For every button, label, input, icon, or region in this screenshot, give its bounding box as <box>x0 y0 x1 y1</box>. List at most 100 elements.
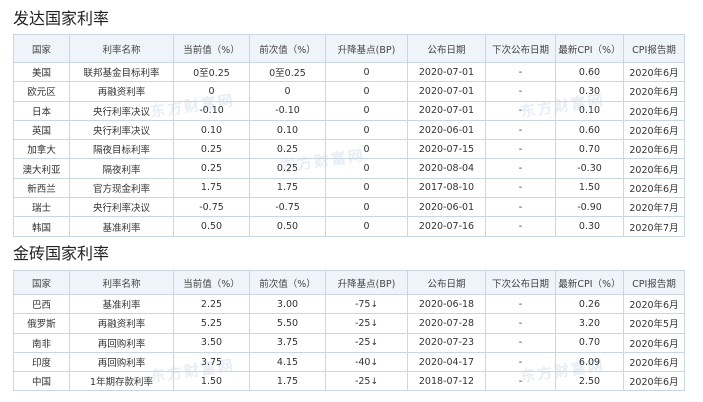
table-row: 美国 联邦基金目标利率 0至0.25 0至0.25 0 2020-07-01-0.60 20… <box>13 61 685 83</box>
cell-rate-name[interactable]: 官方现金利率 <box>69 177 174 199</box>
cell-latest-cpi: 0.60 <box>555 119 624 141</box>
cell-change-bp: 0 <box>325 197 408 218</box>
column-header-change-bp: 升降基点(BP) <box>325 270 408 295</box>
cell-country[interactable]: 日本 <box>13 100 70 121</box>
cell-country[interactable]: 澳大利亚 <box>13 158 70 179</box>
cell-latest-cpi: 0.70 <box>555 139 624 160</box>
cell-next-publish-date: - <box>485 351 556 373</box>
cell-change-bp: -25↓ <box>325 332 408 353</box>
cell-previous-value: 1.75 <box>249 371 326 392</box>
cell-rate-name[interactable]: 基准利率 <box>69 293 174 315</box>
cell-current-value: 0.25 <box>173 139 250 160</box>
cell-next-publish-date: - <box>485 371 556 392</box>
cell-rate-name[interactable]: 央行利率决议 <box>69 197 174 218</box>
cell-next-publish-date: - <box>485 197 556 218</box>
cell-cpi-period: 2020年6月 <box>623 177 685 199</box>
cell-cpi-period: 2020年6月 <box>623 119 685 141</box>
table-row: 印度 再回购利率 3.75 4.15 -40↓ 2020-04-17-6.09 2020年6… <box>13 351 685 373</box>
column-header-rate-name: 利率名称 <box>69 270 174 295</box>
cell-rate-name[interactable]: 央行利率决议 <box>69 119 174 141</box>
cell-latest-cpi: 1.50 <box>555 177 624 199</box>
cell-cpi-period: 2020年6月 <box>623 100 685 121</box>
column-header-country: 国家 <box>13 34 70 63</box>
cell-previous-value: 3.00 <box>249 293 326 315</box>
cell-rate-name[interactable]: 基准利率 <box>69 216 174 237</box>
down-arrow-icon: ↓ <box>370 357 379 368</box>
cell-country[interactable]: 韩国 <box>13 216 70 237</box>
cell-publish-date: 2020-07-01 <box>407 81 486 102</box>
cell-next-publish-date: - <box>485 313 556 334</box>
table-row: 韩国 基准利率 0.50 0.50 0 2020-07-16-0.30 2020年7月 <box>13 216 685 237</box>
cell-change-bp: -40↓ <box>325 351 408 373</box>
column-header-publish-date: 公布日期 <box>407 270 486 295</box>
cell-country[interactable]: 美国 <box>13 61 70 83</box>
cell-publish-date: 2018-07-12 <box>407 371 486 392</box>
cell-previous-value: -0.75 <box>249 197 326 218</box>
cell-country[interactable]: 瑞士 <box>13 197 70 218</box>
table-row: 新西兰 官方现金利率 1.75 1.75 0 2017-08-10-1.50 2020年6月 <box>13 177 685 199</box>
cell-country[interactable]: 加拿大 <box>13 139 70 160</box>
cell-rate-name[interactable]: 1年期存款利率 <box>69 371 174 392</box>
cell-latest-cpi: -0.30 <box>555 158 624 179</box>
cell-current-value: -0.10 <box>173 100 250 121</box>
cell-change-bp: 0 <box>325 158 408 179</box>
column-header-previous-value: 前次值（%） <box>249 34 326 63</box>
table-row: 南非 再回购利率 3.50 3.75 -25↓ 2020-07-23-0.70 2020年6… <box>13 332 685 353</box>
cell-change-bp: 0 <box>325 139 408 160</box>
cell-previous-value: 4.15 <box>249 351 326 373</box>
cell-country[interactable]: 俄罗斯 <box>13 313 70 334</box>
cell-publish-date: 2017-08-10 <box>407 177 486 199</box>
cell-publish-date: 2020-06-18 <box>407 293 486 315</box>
table-row: 中国 1年期存款利率 1.50 1.75 -25↓ 2018-07-12-2.50 2020… <box>13 371 685 392</box>
cell-current-value: -0.75 <box>173 197 250 218</box>
cell-country[interactable]: 英国 <box>13 119 70 141</box>
cell-cpi-period: 2020年5月 <box>623 313 685 334</box>
cell-next-publish-date: - <box>485 100 556 121</box>
cell-previous-value: 1.75 <box>249 177 326 199</box>
cell-publish-date: 2020-07-01 <box>407 61 486 83</box>
column-header-next-publish-date: 下次公布日期 <box>485 270 556 295</box>
cell-rate-name[interactable]: 隔夜目标利率 <box>69 139 174 160</box>
cell-rate-name[interactable]: 再回购利率 <box>69 332 174 353</box>
cell-latest-cpi: 2.50 <box>555 371 624 392</box>
cell-rate-name[interactable]: 再融资利率 <box>69 81 174 102</box>
cell-country[interactable]: 中国 <box>13 371 70 392</box>
cell-rate-name[interactable]: 联邦基金目标利率 <box>69 61 174 83</box>
cell-current-value: 5.25 <box>173 313 250 334</box>
cell-previous-value: 0至0.25 <box>249 61 326 83</box>
cell-rate-name[interactable]: 再融资利率 <box>69 313 174 334</box>
cell-cpi-period: 2020年6月 <box>623 371 685 392</box>
cell-current-value: 0.50 <box>173 216 250 237</box>
cell-cpi-period: 2020年6月 <box>623 351 685 373</box>
cell-country[interactable]: 南非 <box>13 332 70 353</box>
cell-country[interactable]: 印度 <box>13 351 70 373</box>
cell-publish-date: 2020-04-17 <box>407 351 486 373</box>
cell-rate-name[interactable]: 隔夜利率 <box>69 158 174 179</box>
cell-change-bp: -75↓ <box>325 293 408 315</box>
cell-cpi-period: 2020年6月 <box>623 332 685 353</box>
cell-cpi-period: 2020年6月 <box>623 61 685 83</box>
cell-next-publish-date: - <box>485 158 556 179</box>
column-header-cpi-period: CPI报告期 <box>623 270 685 295</box>
table-row: 欧元区 再融资利率 0 0 0 2020-07-01-0.30 2020年6月 <box>13 81 685 102</box>
cell-publish-date: 2020-07-01 <box>407 100 486 121</box>
table-row: 英国 央行利率决议 0.10 0.10 0 2020-06-01-0.60 2020年6月 <box>13 119 685 141</box>
cell-next-publish-date: - <box>485 177 556 199</box>
cell-change-bp: -25↓ <box>325 313 408 334</box>
cell-country[interactable]: 新西兰 <box>13 177 70 199</box>
cell-rate-name[interactable]: 央行利率决议 <box>69 100 174 121</box>
cell-rate-name[interactable]: 再回购利率 <box>69 351 174 373</box>
cell-country[interactable]: 巴西 <box>13 293 70 315</box>
cell-publish-date: 2020-07-15 <box>407 139 486 160</box>
column-header-next-publish-date: 下次公布日期 <box>485 34 556 63</box>
cell-previous-value: 5.50 <box>249 313 326 334</box>
cell-latest-cpi: 3.20 <box>555 313 624 334</box>
cell-publish-date: 2020-07-28 <box>407 313 486 334</box>
cell-country[interactable]: 欧元区 <box>13 81 70 102</box>
cell-next-publish-date: - <box>485 119 556 141</box>
brics-section-title: 金砖国家利率 <box>13 244 110 263</box>
cell-current-value: 0.10 <box>173 119 250 141</box>
cell-current-value: 3.75 <box>173 351 250 373</box>
cell-change-bp: 0 <box>325 81 408 102</box>
cell-cpi-period: 2020年7月 <box>623 197 685 218</box>
